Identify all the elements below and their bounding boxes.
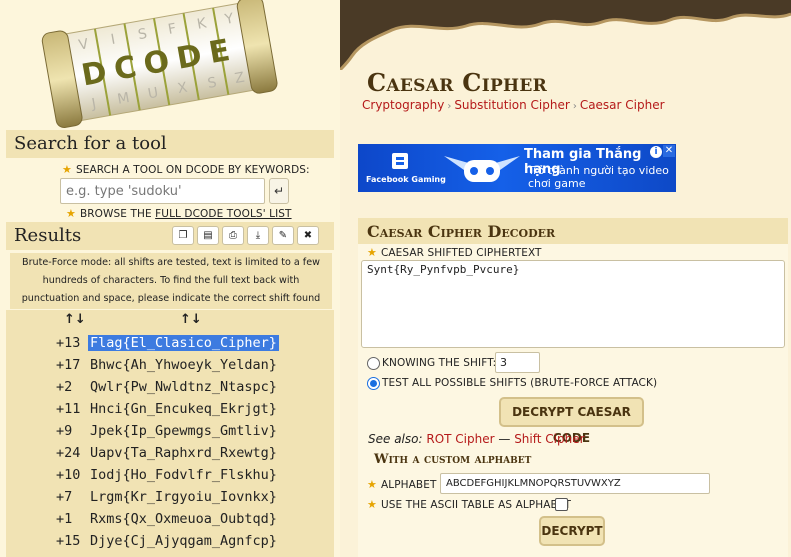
ad-brand: Facebook Gaming (366, 175, 446, 184)
row-shift: +9 (56, 423, 73, 439)
star-icon: ★ (62, 163, 72, 176)
breadcrumb: Cryptography › Substitution Cipher › Caesar … (362, 98, 665, 112)
table-row[interactable]: +24 Uapv{Ta_Raphxrd_Rxewtg} (6, 442, 334, 464)
dcode-logo[interactable]: VISFKY JMUXSZ DCODE (40, 0, 280, 128)
game-controller-icon (444, 156, 520, 182)
facebook-gaming-icon (392, 153, 408, 169)
breadcrumb-separator: › (447, 101, 452, 112)
row-shift: +2 (56, 379, 73, 395)
row-shift: +7 (56, 489, 73, 505)
table-row[interactable]: +10 Iodj{Ho_Fodvlfr_Flskhu} (6, 464, 334, 486)
see-also: See also: ROT Cipher — Shift Cipher (368, 432, 585, 446)
page-title: Caesar Cipher (367, 68, 548, 97)
row-shift: +1 (56, 511, 73, 527)
row-text: Iodj{Ho_Fodvlfr_Flskhu} (90, 467, 277, 483)
save-icon[interactable]: ⤓ (247, 226, 269, 245)
table-row[interactable]: +9 Jpek{Ip_Gpewmgs_Gmtliv} (6, 420, 334, 442)
shift-cipher-link[interactable]: Shift Cipher (514, 432, 584, 446)
torn-paper-decoration (340, 0, 791, 70)
breadcrumb-caesar[interactable]: Caesar Cipher (580, 98, 665, 112)
row-shift: +24 (56, 445, 81, 461)
star-icon: ★ (367, 498, 377, 511)
row-shift: +17 (56, 357, 81, 373)
rot-cipher-link[interactable]: ROT Cipher (426, 432, 494, 446)
decrypt-caesar-button[interactable]: DECRYPT CAESAR CODE (499, 397, 644, 445)
download-file-icon[interactable]: ▤ (197, 226, 219, 245)
ciphertext-input[interactable]: Synt{Ry_Pynfvpb_Pvcure} (361, 260, 785, 348)
breadcrumb-separator: › (572, 101, 577, 112)
brute-force-note: Brute-Force mode: all shifts are tested,… (10, 253, 332, 322)
results-table: ↑↓ ↑↓ +13 Flag{El_Clasico_Cipher} +17 Bh… (6, 310, 334, 557)
advertisement-banner[interactable]: Facebook Gaming Tham gia Thắng hạng Trở … (358, 144, 676, 192)
known-shift-radio[interactable] (367, 357, 380, 370)
see-also-label: See also: (368, 432, 423, 446)
table-row[interactable]: +2 Qwlr{Pw_Nwldtnz_Ntaspc} (6, 376, 334, 398)
shift-input[interactable] (495, 352, 540, 373)
table-row[interactable]: +13 Flag{El_Clasico_Cipher} (6, 332, 334, 354)
brute-force-radio[interactable] (367, 377, 380, 390)
search-submit-button[interactable]: ↵ (269, 178, 289, 204)
row-shift: +10 (56, 467, 81, 483)
table-row[interactable]: +17 Bhwc{Ah_Yhwoeyk_Yeldan} (6, 354, 334, 376)
brute-force-label: TEST ALL POSSIBLE SHIFTS (BRUTE-FORCE AT… (382, 377, 658, 389)
decoder-panel: Caesar Cipher Decoder ★ CAESAR SHIFTED CI… (358, 218, 788, 557)
sort-text-header[interactable]: ↑↓ (180, 312, 202, 327)
decrypt-custom-button[interactable]: DECRYPT (539, 516, 605, 546)
browse-tools-label: ★ BROWSE THE FULL DCODE TOOLS' LIST (66, 207, 292, 220)
ascii-table-checkbox[interactable] (555, 498, 568, 511)
ascii-table-label: ★ USE THE ASCII TABLE AS ALPHABET (367, 498, 572, 511)
ad-info-icon[interactable]: i (650, 146, 662, 158)
star-icon: ★ (367, 478, 377, 491)
enter-icon: ↵ (273, 184, 285, 198)
row-text: Qwlr{Pw_Nwldtnz_Ntaspc} (90, 379, 277, 395)
breadcrumb-substitution[interactable]: Substitution Cipher (454, 98, 570, 112)
row-text: Rxms{Qx_Oxmeuoa_Oubtqd} (90, 511, 277, 527)
full-tools-list-link[interactable]: FULL DCODE TOOLS' LIST (155, 208, 291, 220)
search-heading: Search for a tool (6, 130, 334, 158)
known-shift-label: KNOWING THE SHIFT: (382, 357, 497, 369)
row-text: Uapv{Ta_Raphxrd_Rxewtg} (90, 445, 277, 461)
row-text: Djye{Cj_Ajyqgam_Agnfcp} (90, 533, 277, 549)
search-keywords-label: ★ SEARCH A TOOL ON DCODE BY KEYWORDS: (62, 163, 310, 176)
results-toolbar: ❐ ▤ ⎙ ⤓ ✎ ✖ (172, 226, 319, 246)
search-row: ↵ (60, 178, 290, 205)
close-icon[interactable]: ✖ (297, 226, 319, 245)
star-icon: ★ (367, 246, 377, 259)
main-content: Caesar Cipher Cryptography › Substitution … (340, 0, 791, 557)
alphabet-label: ★ ALPHABET (367, 478, 437, 491)
decoder-heading: Caesar Cipher Decoder (358, 218, 788, 244)
ciphertext-label: ★ CAESAR SHIFTED CIPHERTEXT (367, 246, 542, 259)
pin-icon[interactable]: ✎ (272, 226, 294, 245)
table-row[interactable]: +11 Hnci{Gn_Encukeq_Ekrjgt} (6, 398, 334, 420)
table-row[interactable]: +1 Rxms{Qx_Oxmeuoa_Oubtqd} (6, 508, 334, 530)
row-shift: +11 (56, 401, 81, 417)
search-input[interactable] (60, 178, 265, 204)
copy-icon[interactable]: ❐ (172, 226, 194, 245)
star-icon: ★ (66, 207, 76, 220)
row-text: Hnci{Gn_Encukeq_Ekrjgt} (90, 401, 277, 417)
row-shift: +13 (56, 335, 81, 351)
left-sidebar: VISFKY JMUXSZ DCODE Search for a tool ★ S… (0, 0, 340, 557)
row-text: Lrgm{Kr_Irgyoiu_Iovnkx} (90, 489, 277, 505)
alphabet-input[interactable] (440, 473, 710, 494)
sort-shift-header[interactable]: ↑↓ (64, 312, 86, 327)
row-text: Flag{El_Clasico_Cipher} (88, 335, 279, 351)
see-also-separator: — (494, 432, 515, 446)
breadcrumb-cryptography[interactable]: Cryptography (362, 98, 444, 112)
table-row[interactable]: +7 Lrgm{Kr_Irgyoiu_Iovnkx} (6, 486, 334, 508)
row-shift: +15 (56, 533, 81, 549)
ad-text-line: Trở thành người tạo video (528, 164, 669, 177)
print-icon[interactable]: ⎙ (222, 226, 244, 245)
row-text: Bhwc{Ah_Yhwoeyk_Yeldan} (90, 357, 277, 373)
ad-close-icon[interactable]: ✕ (663, 145, 675, 157)
ad-text-line: chơi game (528, 177, 586, 190)
row-text: Jpek{Ip_Gpewmgs_Gmtliv} (90, 423, 277, 439)
table-row[interactable]: +15 Djye{Cj_Ajyqgam_Agnfcp} (6, 530, 334, 552)
custom-alphabet-heading: With a custom alphabet (374, 452, 532, 467)
